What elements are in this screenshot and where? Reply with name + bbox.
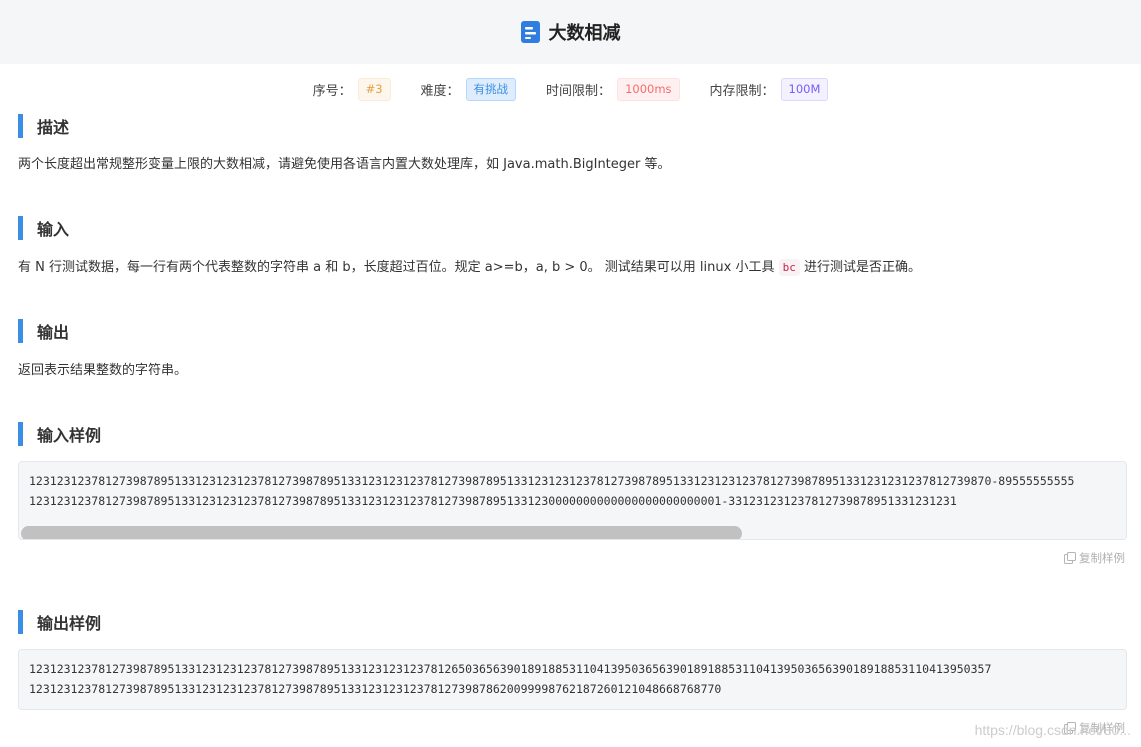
description-title: 描述 [37, 118, 70, 137]
memory-limit-badge: 100M [780, 78, 829, 101]
meta-time: 时间限制： 1000ms [546, 78, 680, 101]
sample-input-codebox[interactable]: 1231231237812739878951331231231237812739… [18, 461, 1127, 540]
meta-time-label: 时间限制： [546, 84, 612, 99]
description-text: 两个长度超出常规整形变量上限的大数相减，请避免使用各语言内置大数处理库，如 Ja… [18, 157, 671, 172]
input-text-part-a: 有 N 行测试数据，每一行有两个代表整数的字符串 a 和 b，长度超过百位。规定… [18, 260, 779, 275]
inline-code-bc: bc [778, 259, 800, 276]
input-text-part-b: 进行测试是否正确。 [799, 260, 921, 275]
meta-id-label: 序号： [312, 84, 352, 99]
section-heading-output: 输出 [18, 319, 69, 343]
output-title: 输出 [37, 323, 70, 342]
sample-input-title: 输入样例 [37, 426, 102, 445]
page-title: 大数相减 [548, 23, 621, 44]
section-heading-sample-output: 输出样例 [18, 610, 101, 634]
input-title: 输入 [37, 220, 70, 239]
heading-accent-bar [18, 114, 23, 138]
meta-difficulty: 难度： 有挑战 [421, 78, 517, 101]
problem-meta: 序号： #3 难度： 有挑战 时间限制： 1000ms 内存限制： 100M [0, 78, 1141, 101]
meta-memory-label: 内存限制： [709, 84, 775, 99]
meta-memory: 内存限制： 100M [710, 78, 829, 101]
time-limit-badge: 1000ms [617, 78, 680, 101]
document-icon [520, 21, 540, 43]
sample-output-code: 1231231237812739878951331231231237812739… [19, 650, 1126, 699]
section-heading-sample-input: 输入样例 [18, 422, 101, 446]
sample-output-codebox[interactable]: 1231231237812739878951331231231237812739… [18, 649, 1127, 710]
title-wrap: 大数相减 [520, 19, 621, 45]
sample-input-line: 1231231237812739878951331231231237812739… [29, 474, 1075, 488]
sample-output-line: 1231231237812739878951331231231237812739… [29, 662, 992, 676]
heading-accent-bar [18, 319, 23, 343]
section-heading-description: 描述 [18, 114, 69, 138]
sample-input-line: 1231231237812739878951331231231237812739… [29, 494, 957, 508]
heading-accent-bar [18, 610, 23, 634]
horizontal-scrollbar[interactable] [19, 523, 1126, 539]
heading-accent-bar [18, 216, 23, 240]
id-badge: #3 [357, 78, 391, 101]
section-heading-input: 输入 [18, 216, 69, 240]
copy-sample-input-label: 复制样例 [1079, 551, 1125, 565]
sample-output-line: 1231231237812739878951331231231237812739… [29, 682, 722, 696]
sample-output-title: 输出样例 [37, 614, 102, 633]
copy-icon [1064, 552, 1076, 564]
meta-id: 序号： #3 [313, 78, 391, 101]
watermark: https://blog.csdn.net/u0... [974, 722, 1131, 738]
copy-sample-input-button[interactable]: 复制样例 [1064, 550, 1125, 566]
difficulty-badge: 有挑战 [465, 78, 517, 101]
output-text: 返回表示结果整数的字符串。 [18, 363, 188, 378]
sample-input-code: 1231231237812739878951331231231237812739… [19, 462, 1126, 511]
heading-accent-bar [18, 422, 23, 446]
scrollbar-thumb[interactable] [21, 526, 742, 539]
page-header: 大数相减 [0, 0, 1141, 64]
input-text: 有 N 行测试数据，每一行有两个代表整数的字符串 a 和 b，长度超过百位。规定… [18, 256, 921, 276]
meta-difficulty-label: 难度： [420, 84, 460, 99]
